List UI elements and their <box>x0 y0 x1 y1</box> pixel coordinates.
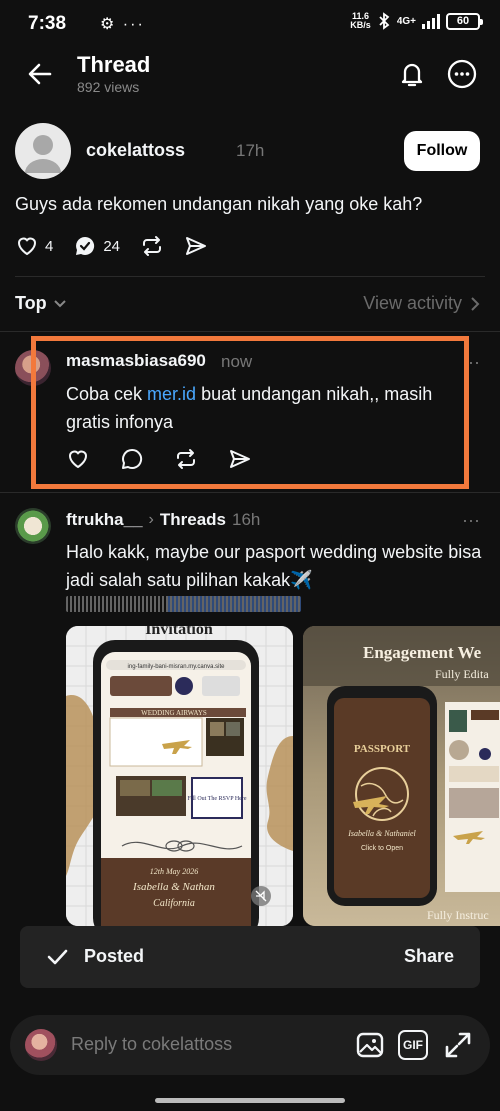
post-actions: 4 24 <box>15 232 228 260</box>
thread-header: Thread 892 views <box>0 48 500 108</box>
net-speed: 11.6 KB/s <box>350 11 371 30</box>
post-text: Guys ada rekomen undangan nikah yang oke… <box>15 194 423 214</box>
repost-icon <box>143 236 162 256</box>
repost-button[interactable] <box>140 234 164 258</box>
reply-text: Halo kakk, maybe our pasport wedding web… <box>66 542 482 590</box>
default-avatar-icon <box>25 135 61 173</box>
network-type: 4G+ <box>396 15 416 27</box>
toast-share-button[interactable]: Share <box>404 946 454 967</box>
reply-time: 16h <box>232 510 261 529</box>
post-image[interactable]: Invitation ing-family-bani-misran.my.can… <box>66 626 293 926</box>
chevron-down-icon <box>53 299 66 307</box>
page-title: Thread <box>77 52 151 77</box>
toast-label: Posted <box>84 946 145 966</box>
divider <box>0 331 500 332</box>
mockup2-heading: Engagement We <box>363 643 482 662</box>
status-time: 7:38 <box>28 13 67 34</box>
more-icon[interactable]: ··· <box>462 510 480 531</box>
blurred-text <box>66 596 301 612</box>
chevron-right-icon <box>471 296 480 311</box>
post-author[interactable]: cokelattoss <box>86 140 185 161</box>
highlight-box <box>31 336 469 489</box>
like-button[interactable]: 4 <box>15 234 53 258</box>
avatar <box>25 1029 57 1061</box>
mockup-place: California <box>153 898 195 909</box>
view-count: 892 views <box>77 79 140 95</box>
mockup-banner: WEDDING AIRWAYS <box>141 709 207 717</box>
reply-header: ftrukha__ › Threads 16h <box>66 510 260 530</box>
reply-author[interactable]: ftrukha__ <box>66 510 143 530</box>
divider <box>0 492 500 493</box>
mockup-heading: Invitation <box>145 626 213 638</box>
gif-button[interactable]: GIF <box>398 1030 428 1060</box>
more-options-icon[interactable] <box>446 58 478 90</box>
reply-button[interactable]: 24 <box>73 234 120 258</box>
battery-icon: 60 <box>446 12 483 30</box>
sort-dropdown[interactable]: Top <box>15 293 67 314</box>
check-icon <box>47 949 68 965</box>
signal-icon <box>422 13 440 29</box>
mockup-date: 12th May 2026 <box>150 867 198 876</box>
follow-button[interactable]: Follow <box>404 131 480 171</box>
view-activity-link[interactable]: View activity <box>363 293 480 314</box>
post-image[interactable]: Engagement We Fully Edita PASSPORT Isabe… <box>303 626 500 926</box>
view-activity-label: View activity <box>363 293 462 313</box>
avatar[interactable] <box>15 508 51 544</box>
invitation-mockup-image: Invitation ing-family-bani-misran.my.can… <box>66 626 293 926</box>
back-arrow-icon[interactable] <box>24 58 56 90</box>
mockup-url: ing-family-bani-misran.my.canva.site <box>128 664 226 670</box>
reply-input[interactable]: Reply to cokelattoss <box>71 1034 232 1055</box>
image-icon[interactable] <box>354 1029 386 1061</box>
divider <box>15 276 485 277</box>
like-count: 4 <box>45 237 54 255</box>
status-right-icons: 11.6 KB/s 4G+ 60 <box>350 11 483 30</box>
share-button[interactable] <box>184 234 208 258</box>
heart-icon <box>17 237 37 256</box>
home-indicator <box>155 1098 345 1103</box>
mockup-rsvp: Fill Out The RSVP Here <box>187 796 246 802</box>
sort-label: Top <box>15 293 47 313</box>
reply-composer[interactable]: Reply to cokelattoss GIF <box>10 1015 490 1075</box>
reply-context[interactable]: Threads <box>160 510 226 530</box>
send-icon <box>186 237 207 255</box>
mockup2-passport: PASSPORT <box>354 743 411 755</box>
chevron-right-icon: › <box>148 511 154 528</box>
reply-count: 24 <box>103 237 121 255</box>
bell-icon[interactable] <box>396 58 428 90</box>
mockup-couple: Isabella & Nathan <box>132 881 215 893</box>
expand-icon[interactable] <box>442 1029 474 1061</box>
status-bar: 7:38 ⚙ ··· 11.6 KB/s 4G+ 60 <box>0 0 500 48</box>
posted-toast: Posted Share <box>20 926 480 988</box>
post-time: 17h <box>236 141 265 160</box>
mockup2-couple: Isabella & Nathaniel <box>347 829 416 838</box>
reply-check-icon <box>76 236 95 255</box>
notification-icons: ⚙ ··· <box>100 16 145 33</box>
mockup2-cta: Click to Open <box>361 845 403 852</box>
bluetooth-icon <box>379 12 390 30</box>
mockup2-subheading: Fully Edita <box>435 667 489 681</box>
avatar[interactable] <box>15 123 71 179</box>
passport-mockup-image: Engagement We Fully Edita PASSPORT Isabe… <box>303 626 500 926</box>
mockup2-footer: Fully Instruc <box>427 908 489 922</box>
